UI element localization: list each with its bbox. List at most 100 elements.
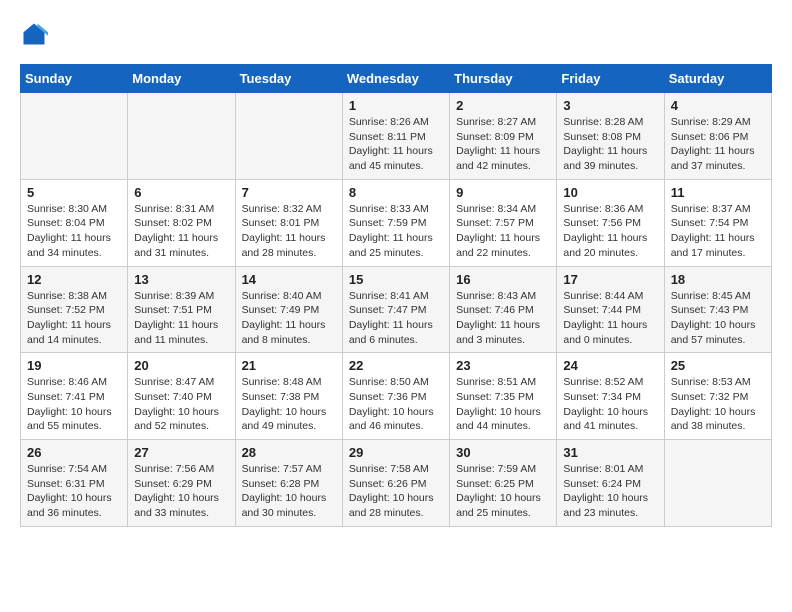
day-number: 27	[134, 445, 229, 460]
calendar-cell: 23 Sunrise: 8:51 AM Sunset: 7:35 PM Dayli…	[450, 353, 557, 440]
day-number: 11	[671, 185, 766, 200]
day-header-wednesday: Wednesday	[342, 65, 449, 93]
cell-info: Sunrise: 7:54 AM Sunset: 6:31 PM Dayligh…	[27, 462, 122, 521]
calendar-cell	[128, 93, 235, 180]
calendar-cell: 5Sunrise: 8:30 AM Sunset: 8:04 PM Daylig…	[21, 179, 128, 266]
calendar-cell: 18 Sunrise: 8:45 AM Sunset: 7:43 PM Dayli…	[664, 266, 771, 353]
day-number: 26	[27, 445, 122, 460]
day-header-sunday: Sunday	[21, 65, 128, 93]
calendar-cell: 3Sunrise: 8:28 AM Sunset: 8:08 PM Daylig…	[557, 93, 664, 180]
cell-info: Sunrise: 7:56 AM Sunset: 6:29 PM Dayligh…	[134, 462, 229, 521]
calendar-cell: 31 Sunrise: 8:01 AM Sunset: 6:24 PM Dayli…	[557, 440, 664, 527]
calendar-cell: 8 Sunrise: 8:33 AM Sunset: 7:59 PM Daylig…	[342, 179, 449, 266]
cell-info: Sunrise: 8:48 AM Sunset: 7:38 PM Dayligh…	[242, 375, 337, 434]
cell-info: Sunrise: 8:01 AM Sunset: 6:24 PM Dayligh…	[563, 462, 658, 521]
calendar-cell: 10 Sunrise: 8:36 AM Sunset: 7:56 PM Dayli…	[557, 179, 664, 266]
calendar-cell: 26 Sunrise: 7:54 AM Sunset: 6:31 PM Dayli…	[21, 440, 128, 527]
logo-icon	[20, 20, 48, 48]
day-number: 5	[27, 185, 122, 200]
logo	[20, 20, 52, 48]
calendar-cell: 11 Sunrise: 8:37 AM Sunset: 7:54 PM Dayli…	[664, 179, 771, 266]
day-number: 21	[242, 358, 337, 373]
day-number: 6	[134, 185, 229, 200]
day-header-saturday: Saturday	[664, 65, 771, 93]
cell-info: Sunrise: 8:38 AM Sunset: 7:52 PM Dayligh…	[27, 289, 122, 348]
calendar-table: SundayMondayTuesdayWednesdayThursdayFrid…	[20, 64, 772, 527]
day-number: 24	[563, 358, 658, 373]
day-number: 12	[27, 272, 122, 287]
day-number: 16	[456, 272, 551, 287]
day-number: 4	[671, 98, 766, 113]
calendar-cell: 29 Sunrise: 7:58 AM Sunset: 6:26 PM Dayli…	[342, 440, 449, 527]
cell-info: Sunrise: 8:26 AM Sunset: 8:11 PM Dayligh…	[349, 115, 444, 174]
cell-info: Sunrise: 8:47 AM Sunset: 7:40 PM Dayligh…	[134, 375, 229, 434]
calendar-cell: 6 Sunrise: 8:31 AM Sunset: 8:02 PM Daylig…	[128, 179, 235, 266]
cell-info: Sunrise: 8:37 AM Sunset: 7:54 PM Dayligh…	[671, 202, 766, 261]
calendar-cell: 28 Sunrise: 7:57 AM Sunset: 6:28 PM Dayli…	[235, 440, 342, 527]
day-number: 7	[242, 185, 337, 200]
cell-info: Sunrise: 7:57 AM Sunset: 6:28 PM Dayligh…	[242, 462, 337, 521]
cell-info: Sunrise: 8:45 AM Sunset: 7:43 PM Dayligh…	[671, 289, 766, 348]
calendar-cell: 1 Sunrise: 8:26 AM Sunset: 8:11 PM Daylig…	[342, 93, 449, 180]
calendar-cell: 27 Sunrise: 7:56 AM Sunset: 6:29 PM Dayli…	[128, 440, 235, 527]
day-number: 31	[563, 445, 658, 460]
day-number: 29	[349, 445, 444, 460]
day-number: 14	[242, 272, 337, 287]
day-header-friday: Friday	[557, 65, 664, 93]
calendar-cell: 25 Sunrise: 8:53 AM Sunset: 7:32 PM Dayli…	[664, 353, 771, 440]
calendar-cell	[235, 93, 342, 180]
day-number: 3	[563, 98, 658, 113]
calendar-cell: 19 Sunrise: 8:46 AM Sunset: 7:41 PM Dayli…	[21, 353, 128, 440]
cell-info: Sunrise: 7:59 AM Sunset: 6:25 PM Dayligh…	[456, 462, 551, 521]
day-number: 18	[671, 272, 766, 287]
day-number: 17	[563, 272, 658, 287]
calendar-cell	[21, 93, 128, 180]
day-number: 20	[134, 358, 229, 373]
calendar-week-row: 26 Sunrise: 7:54 AM Sunset: 6:31 PM Dayli…	[21, 440, 772, 527]
cell-info: Sunrise: 8:40 AM Sunset: 7:49 PM Dayligh…	[242, 289, 337, 348]
calendar-week-row: 1 Sunrise: 8:26 AM Sunset: 8:11 PM Daylig…	[21, 93, 772, 180]
cell-info: Sunrise: 7:58 AM Sunset: 6:26 PM Dayligh…	[349, 462, 444, 521]
day-number: 13	[134, 272, 229, 287]
calendar-cell: 12 Sunrise: 8:38 AM Sunset: 7:52 PM Dayli…	[21, 266, 128, 353]
calendar-week-row: 5Sunrise: 8:30 AM Sunset: 8:04 PM Daylig…	[21, 179, 772, 266]
cell-info: Sunrise: 8:33 AM Sunset: 7:59 PM Dayligh…	[349, 202, 444, 261]
day-number: 9	[456, 185, 551, 200]
calendar-cell: 4 Sunrise: 8:29 AM Sunset: 8:06 PM Daylig…	[664, 93, 771, 180]
day-number: 15	[349, 272, 444, 287]
calendar-cell: 16Sunrise: 8:43 AM Sunset: 7:46 PM Dayli…	[450, 266, 557, 353]
calendar-cell: 15 Sunrise: 8:41 AM Sunset: 7:47 PM Dayli…	[342, 266, 449, 353]
calendar-week-row: 12 Sunrise: 8:38 AM Sunset: 7:52 PM Dayli…	[21, 266, 772, 353]
cell-info: Sunrise: 8:52 AM Sunset: 7:34 PM Dayligh…	[563, 375, 658, 434]
cell-info: Sunrise: 8:44 AM Sunset: 7:44 PM Dayligh…	[563, 289, 658, 348]
calendar-week-row: 19 Sunrise: 8:46 AM Sunset: 7:41 PM Dayli…	[21, 353, 772, 440]
day-number: 10	[563, 185, 658, 200]
calendar-cell: 30 Sunrise: 7:59 AM Sunset: 6:25 PM Dayli…	[450, 440, 557, 527]
day-number: 28	[242, 445, 337, 460]
cell-info: Sunrise: 8:36 AM Sunset: 7:56 PM Dayligh…	[563, 202, 658, 261]
day-number: 25	[671, 358, 766, 373]
cell-info: Sunrise: 8:51 AM Sunset: 7:35 PM Dayligh…	[456, 375, 551, 434]
day-number: 8	[349, 185, 444, 200]
day-number: 30	[456, 445, 551, 460]
page-header	[20, 20, 772, 48]
cell-info: Sunrise: 8:50 AM Sunset: 7:36 PM Dayligh…	[349, 375, 444, 434]
day-number: 23	[456, 358, 551, 373]
day-number: 19	[27, 358, 122, 373]
calendar-cell: 22Sunrise: 8:50 AM Sunset: 7:36 PM Dayli…	[342, 353, 449, 440]
calendar-cell: 13 Sunrise: 8:39 AM Sunset: 7:51 PM Dayli…	[128, 266, 235, 353]
calendar-cell: 21 Sunrise: 8:48 AM Sunset: 7:38 PM Dayli…	[235, 353, 342, 440]
cell-info: Sunrise: 8:46 AM Sunset: 7:41 PM Dayligh…	[27, 375, 122, 434]
calendar-cell: 7Sunrise: 8:32 AM Sunset: 8:01 PM Daylig…	[235, 179, 342, 266]
calendar-cell: 9Sunrise: 8:34 AM Sunset: 7:57 PM Daylig…	[450, 179, 557, 266]
calendar-header-row: SundayMondayTuesdayWednesdayThursdayFrid…	[21, 65, 772, 93]
day-number: 1	[349, 98, 444, 113]
cell-info: Sunrise: 8:41 AM Sunset: 7:47 PM Dayligh…	[349, 289, 444, 348]
cell-info: Sunrise: 8:31 AM Sunset: 8:02 PM Dayligh…	[134, 202, 229, 261]
calendar-cell: 17 Sunrise: 8:44 AM Sunset: 7:44 PM Dayli…	[557, 266, 664, 353]
cell-info: Sunrise: 8:53 AM Sunset: 7:32 PM Dayligh…	[671, 375, 766, 434]
cell-info: Sunrise: 8:29 AM Sunset: 8:06 PM Dayligh…	[671, 115, 766, 174]
cell-info: Sunrise: 8:39 AM Sunset: 7:51 PM Dayligh…	[134, 289, 229, 348]
calendar-cell: 20 Sunrise: 8:47 AM Sunset: 7:40 PM Dayli…	[128, 353, 235, 440]
calendar-cell: 14 Sunrise: 8:40 AM Sunset: 7:49 PM Dayli…	[235, 266, 342, 353]
